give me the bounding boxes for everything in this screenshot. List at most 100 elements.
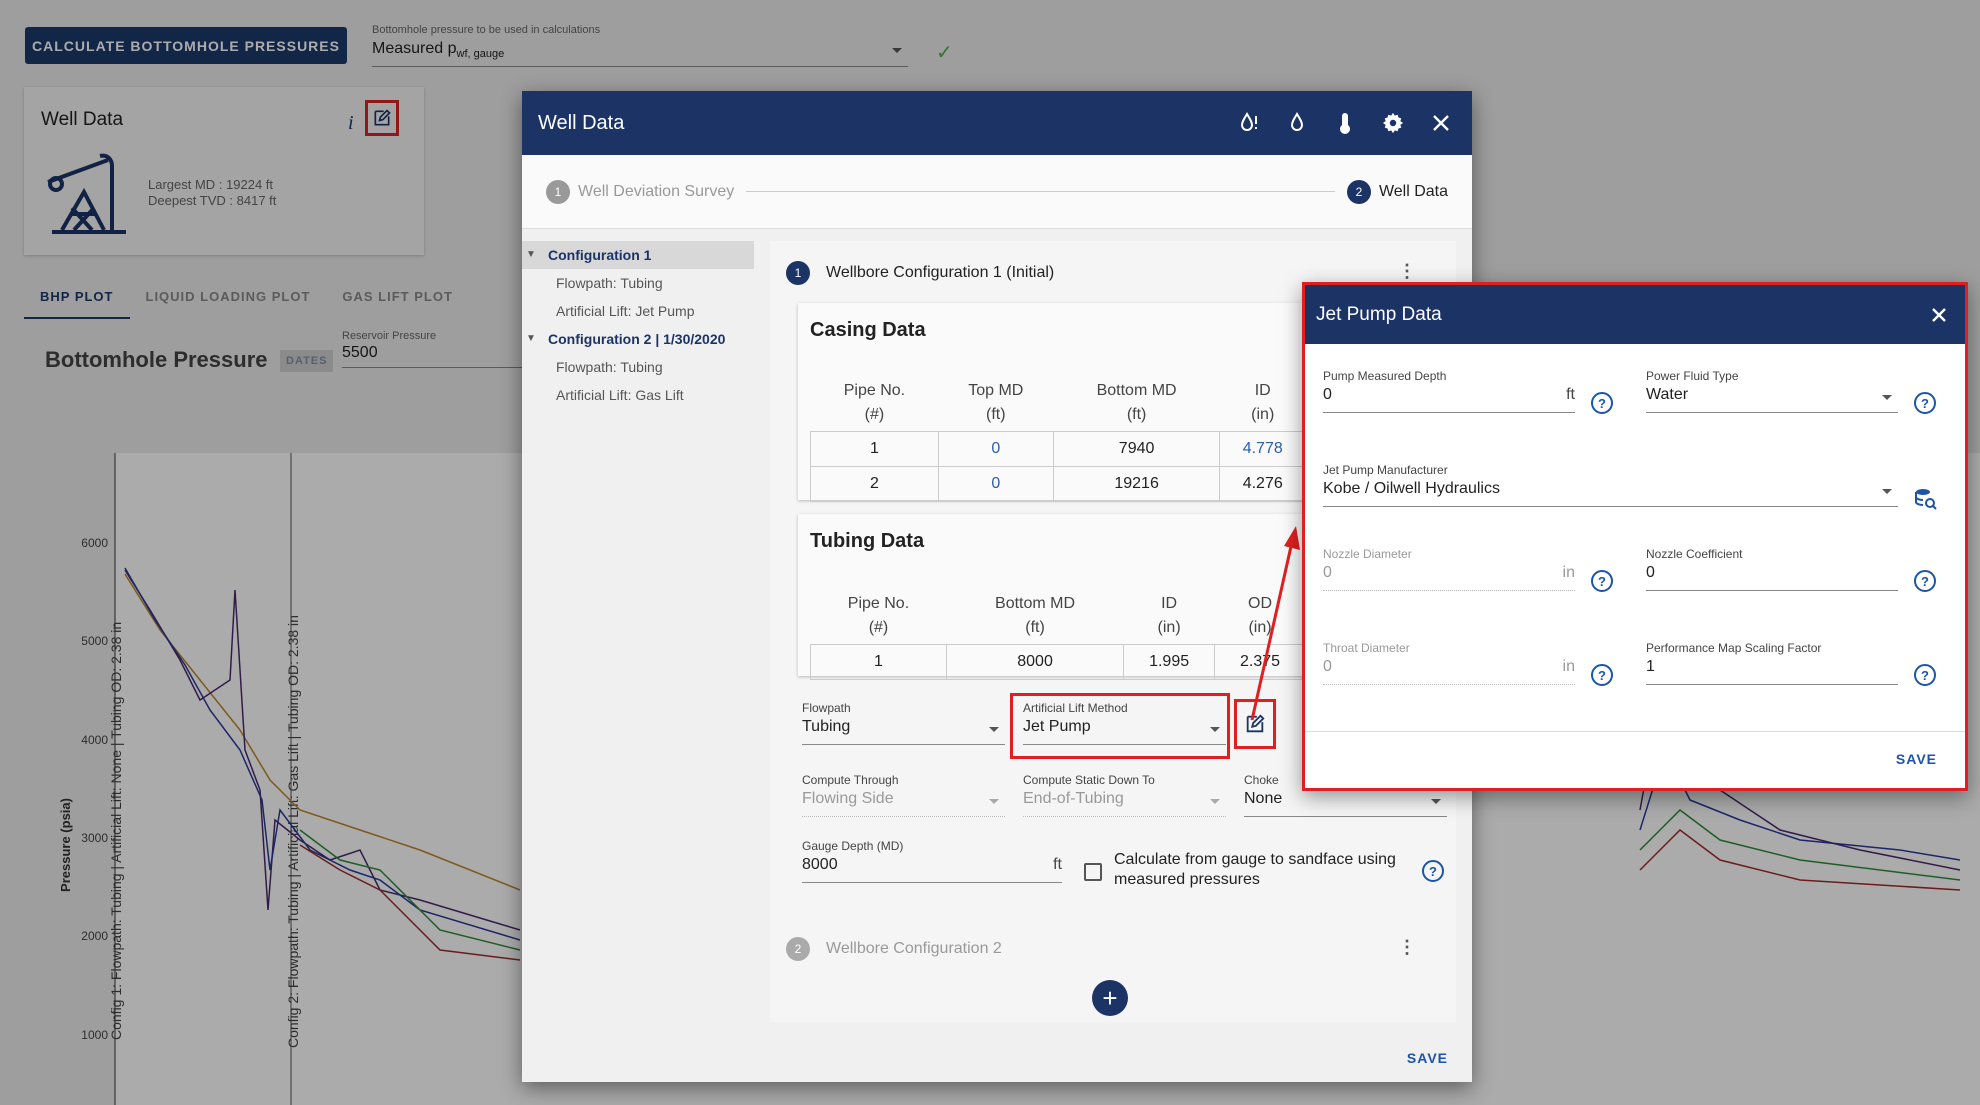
help-icon[interactable]: ?	[1591, 664, 1613, 686]
caret-down-icon[interactable]: ▼	[526, 249, 536, 260]
column-header-name: Bottom MD	[1096, 382, 1177, 399]
sandface-checkbox[interactable]	[1084, 863, 1102, 881]
table-cell[interactable]: 1	[810, 431, 939, 467]
config-title: Wellbore Configuration 1 (Initial)	[826, 264, 1055, 281]
throat-diameter-unit: in	[1562, 658, 1575, 675]
flowpath-select[interactable]: Flowpath Tubing	[802, 701, 1005, 745]
column-header-name: Top MD	[968, 382, 1024, 399]
column-header-unit: (in)	[1251, 406, 1275, 423]
tree-item-artificial-lift[interactable]: Artificial Lift: Gas Lift	[522, 381, 754, 409]
close-icon[interactable]	[1428, 110, 1454, 136]
column-header: Bottom MD (ft)	[946, 588, 1123, 645]
sandface-label-line: measured pressures	[1114, 871, 1260, 888]
help-icon[interactable]: ?	[1422, 860, 1444, 882]
help-icon[interactable]: ?	[1591, 570, 1613, 592]
column-header-unit: (in)	[1157, 619, 1181, 636]
table-cell[interactable]: 4.276	[1219, 466, 1306, 502]
tree-item-label: Configuration 1	[548, 247, 652, 263]
throat-diameter-label: Throat Diameter	[1323, 641, 1410, 655]
step-1-circle[interactable]: 1	[546, 179, 570, 204]
table-cell[interactable]: 4.778	[1219, 431, 1306, 467]
help-icon[interactable]: ?	[1914, 570, 1936, 592]
sandface-label-line: Calculate from gauge to sandface using	[1114, 851, 1396, 868]
table-cell[interactable]: 0	[937, 431, 1054, 467]
chevron-down-icon	[1882, 395, 1892, 400]
jet-pump-save-button[interactable]: SAVE	[1896, 751, 1937, 767]
step-2-circle[interactable]: 2	[1346, 179, 1371, 204]
step-1-label[interactable]: Well Deviation Survey	[578, 183, 734, 201]
pump-depth-field[interactable]: Pump Measured Depth 0 ft	[1323, 369, 1575, 413]
tree-item-configuration-1[interactable]: ▼ Configuration 1	[522, 241, 754, 269]
pump-depth-value: 0 ft	[1323, 383, 1575, 413]
column-header-unit: (#)	[868, 619, 889, 636]
nozzle-diameter-value: 0 in	[1323, 561, 1575, 591]
compute-through-value: Flowing Side	[802, 787, 1005, 817]
nozzle-diameter-label: Nozzle Diameter	[1323, 547, 1412, 561]
table-cell[interactable]: 1.995	[1123, 644, 1216, 680]
artificial-lift-value: Jet Pump	[1023, 715, 1226, 745]
throat-diameter-text: 0	[1323, 658, 1332, 675]
compute-through-select[interactable]: Compute Through Flowing Side	[802, 773, 1005, 817]
well-dialog-header: Well Data	[522, 91, 1472, 155]
nozzle-diameter-field[interactable]: Nozzle Diameter 0 in	[1323, 547, 1575, 591]
throat-diameter-field[interactable]: Throat Diameter 0 in	[1323, 641, 1575, 685]
table-cell[interactable]: 0	[937, 466, 1054, 502]
power-fluid-text: Water	[1646, 386, 1689, 403]
add-configuration-button[interactable]: +	[1092, 980, 1128, 1016]
caret-down-icon[interactable]: ▼	[526, 333, 536, 344]
stepper: 1 Well Deviation Survey 2 Well Data	[522, 155, 1472, 229]
table-cell[interactable]: 2	[810, 466, 939, 502]
casing-table: Pipe No. (#) Top MD (ft) Bottom MD (ft) ID (…	[810, 375, 1358, 502]
oil-drop-alert-icon[interactable]	[1236, 110, 1262, 136]
help-icon[interactable]: ?	[1914, 392, 1936, 414]
casing-data-card: Casing Data Pipe No. (#) Top MD (ft) Botto…	[798, 303, 1358, 502]
config-2-header[interactable]: 2 Wellbore Configuration 2 ⋮	[770, 917, 1456, 981]
tree-item-configuration-2[interactable]: ▼ Configuration 2 | 1/30/2020	[522, 325, 754, 353]
table-cell[interactable]: 8000	[945, 644, 1125, 680]
chevron-down-icon	[1431, 799, 1441, 804]
column-header: Top MD (ft)	[938, 375, 1053, 432]
pump-depth-label: Pump Measured Depth	[1323, 369, 1447, 383]
nozzle-diameter-unit: in	[1562, 564, 1575, 581]
more-vert-icon[interactable]: ⋮	[1398, 261, 1416, 282]
help-icon[interactable]: ?	[1914, 664, 1936, 686]
casing-title: Casing Data	[810, 319, 926, 341]
config-number-badge: 1	[786, 261, 810, 285]
artificial-lift-label: Artificial Lift Method	[1023, 701, 1128, 715]
column-header-unit: (ft)	[986, 406, 1006, 423]
scaling-factor-field[interactable]: Performance Map Scaling Factor 1	[1646, 641, 1898, 685]
chevron-down-icon	[1882, 489, 1892, 494]
database-search-icon[interactable]	[1914, 487, 1938, 511]
throat-diameter-value: 0 in	[1323, 655, 1575, 685]
water-drop-icon[interactable]	[1284, 110, 1310, 136]
artificial-lift-select[interactable]: Artificial Lift Method Jet Pump	[1023, 701, 1226, 745]
help-icon[interactable]: ?	[1591, 392, 1613, 414]
gauge-depth-field[interactable]: Gauge Depth (MD) 8000 ft	[802, 839, 1062, 883]
scaling-factor-label: Performance Map Scaling Factor	[1646, 641, 1822, 655]
close-icon[interactable]	[1931, 307, 1947, 323]
flowpath-text: Tubing	[802, 718, 851, 735]
step-2-label[interactable]: Well Data	[1379, 183, 1448, 201]
power-fluid-select[interactable]: Power Fluid Type Water	[1646, 369, 1898, 413]
choke-text: None	[1244, 790, 1283, 807]
gauge-depth-value: 8000 ft	[802, 853, 1062, 883]
tree-item-flowpath[interactable]: Flowpath: Tubing	[522, 353, 754, 381]
table-cell[interactable]: 19216	[1052, 466, 1221, 502]
jet-pump-title: Jet Pump Data	[1316, 303, 1442, 325]
tree-item-label: Configuration 2 | 1/30/2020	[548, 331, 726, 347]
nozzle-coefficient-value: 0	[1646, 561, 1898, 591]
thermometer-icon[interactable]	[1332, 110, 1358, 136]
gear-icon[interactable]	[1380, 110, 1406, 136]
more-vert-icon[interactable]: ⋮	[1398, 937, 1416, 958]
compute-static-select[interactable]: Compute Static Down To End-of-Tubing	[1023, 773, 1226, 817]
manufacturer-select[interactable]: Jet Pump Manufacturer Kobe / Oilwell Hyd…	[1323, 463, 1898, 507]
tree-item-flowpath[interactable]: Flowpath: Tubing	[522, 269, 754, 297]
config-title: Wellbore Configuration 2	[826, 940, 1002, 957]
scaling-factor-value: 1	[1646, 655, 1898, 685]
well-dialog-save-button[interactable]: SAVE	[1407, 1050, 1448, 1066]
table-cell[interactable]: 7940	[1052, 431, 1221, 467]
nozzle-coefficient-field[interactable]: Nozzle Coefficient 0	[1646, 547, 1898, 591]
gauge-depth-label: Gauge Depth (MD)	[802, 839, 904, 853]
table-cell[interactable]: 1	[810, 644, 947, 680]
tree-item-artificial-lift[interactable]: Artificial Lift: Jet Pump	[522, 297, 754, 325]
